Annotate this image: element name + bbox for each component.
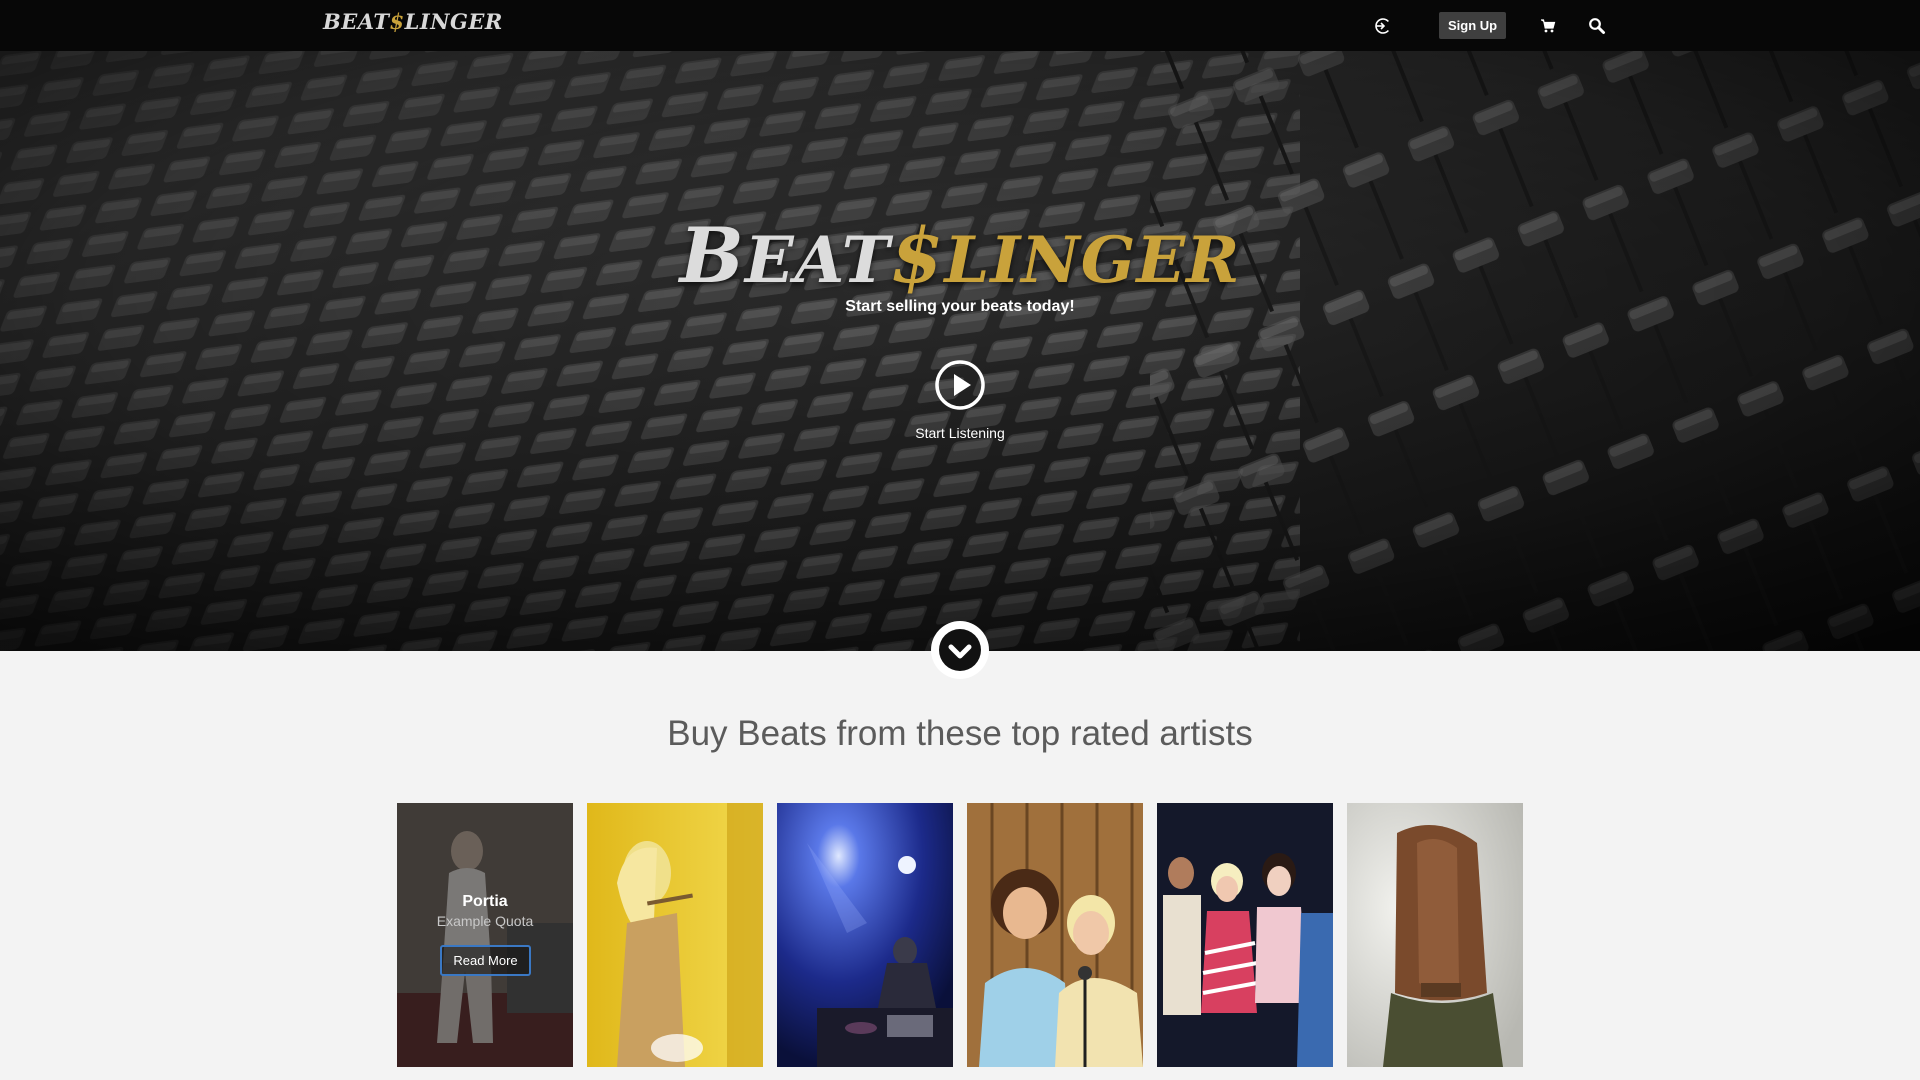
sign-up-button[interactable]: Sign Up xyxy=(1439,12,1507,39)
artist-photo xyxy=(777,803,953,1067)
hero-logo-linger: LINGER xyxy=(944,223,1241,298)
hero-logo-dollar: $ xyxy=(890,211,945,300)
artist-gallery: Portia Example Quota Read More xyxy=(397,803,1523,1067)
hero-logo-eat: EAT xyxy=(744,223,891,298)
nav-logo-text-beat: BEAT xyxy=(323,9,390,34)
artist-photo xyxy=(1347,803,1523,1067)
hero-logo: BEAT$LINGER xyxy=(0,211,1920,300)
hero-logo-b: B xyxy=(679,211,745,300)
start-listening-label[interactable]: Start Listening xyxy=(0,425,1920,441)
scroll-down-icon[interactable] xyxy=(931,621,989,679)
nav-logo-text-linger: LINGER xyxy=(404,9,503,34)
artist-card-2[interactable] xyxy=(587,803,763,1067)
artist-card-4[interactable] xyxy=(967,803,1143,1067)
artist-name: Portia xyxy=(462,893,508,910)
artist-card-portia[interactable]: Portia Example Quota Read More xyxy=(397,803,573,1067)
artist-card-5[interactable] xyxy=(1157,803,1333,1067)
artist-quote: Example Quota xyxy=(436,913,534,929)
mixing-console-background xyxy=(0,51,1920,651)
artist-photo xyxy=(967,803,1143,1067)
hero-banner: BEAT$LINGER Start selling your beats tod… xyxy=(0,51,1920,651)
artist-card-overlay: Portia Example Quota Read More xyxy=(397,803,573,1067)
nav-logo-dollar: $ xyxy=(389,9,405,34)
artist-card-3[interactable] xyxy=(777,803,953,1067)
section-title: Buy Beats from these top rated artists xyxy=(667,714,1253,753)
top-nav: BEAT$LINGER Sign Up xyxy=(0,0,1920,51)
nav-logo[interactable]: BEAT$LINGER xyxy=(323,9,503,34)
search-icon[interactable] xyxy=(1585,14,1609,38)
read-more-button[interactable]: Read More xyxy=(440,945,531,976)
artist-photo xyxy=(1157,803,1333,1067)
artist-photo xyxy=(587,803,763,1067)
nav-actions: Sign Up xyxy=(1370,0,1609,51)
login-icon[interactable] xyxy=(1371,14,1395,38)
cart-icon[interactable] xyxy=(1536,14,1560,38)
artist-card-6[interactable] xyxy=(1347,803,1523,1067)
hero-tagline: Start selling your beats today! xyxy=(845,298,1075,315)
play-icon[interactable] xyxy=(934,359,986,411)
